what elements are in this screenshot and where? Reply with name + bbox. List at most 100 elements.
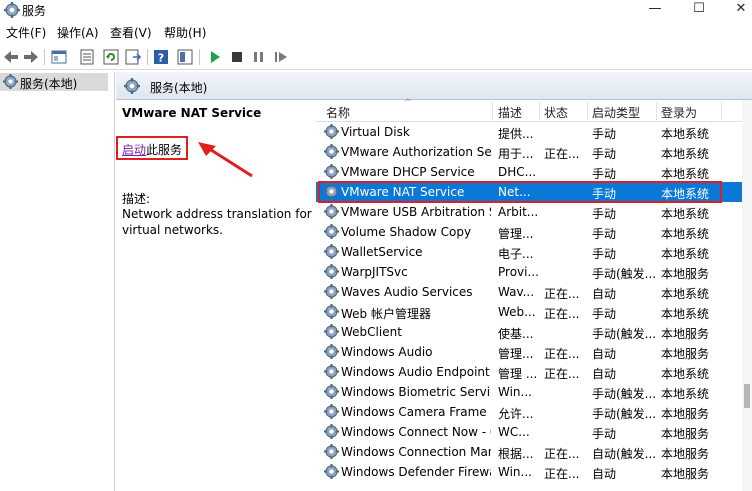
service-startup-type-cell: 手动 bbox=[592, 247, 617, 261]
restart-icon[interactable] bbox=[272, 48, 290, 66]
table-row[interactable]: WalletService 电子... 手动 本地系统 bbox=[316, 242, 752, 262]
table-row[interactable]: Windows Camera Frame S... 允许... 手动(触发... 本地… bbox=[316, 402, 752, 422]
service-gear-icon bbox=[324, 324, 339, 339]
menu-help[interactable]: 帮助(H) bbox=[164, 24, 206, 41]
service-startup-type-cell: 自动 bbox=[592, 467, 617, 481]
service-description-cell: 使基... bbox=[498, 327, 534, 341]
services-gear-icon bbox=[4, 2, 20, 18]
tree-item-services-local[interactable]: 服务(本地) bbox=[0, 73, 108, 91]
service-name-cell: WarpJITSvc bbox=[341, 265, 408, 279]
table-row[interactable]: VMware DHCP Service DHC... 手动 本地系统 bbox=[316, 162, 752, 182]
service-name-cell: Waves Audio Services bbox=[341, 285, 473, 299]
column-divider[interactable] bbox=[721, 102, 722, 120]
minimize-button[interactable]: — bbox=[632, 0, 678, 20]
table-row[interactable]: Volume Shadow Copy 管理... 手动 本地系统 bbox=[316, 222, 752, 242]
service-startup-type-cell: 自动(触发... bbox=[592, 447, 657, 461]
service-startup-type-cell: 手动(触发... bbox=[592, 407, 657, 421]
service-gear-icon bbox=[324, 304, 339, 319]
service-logon-cell: 本地系统 bbox=[661, 287, 710, 301]
service-status-cell: 正在... bbox=[544, 147, 580, 161]
selected-service-name: VMware NAT Service bbox=[122, 106, 262, 120]
service-name-cell: Virtual Disk bbox=[341, 125, 410, 139]
service-description-cell: Win... bbox=[498, 465, 532, 479]
service-status-cell: 正在... bbox=[544, 287, 580, 301]
service-logon-cell: 本地系统 bbox=[661, 207, 710, 221]
start-icon[interactable] bbox=[206, 48, 224, 66]
service-startup-type-cell: 手动 bbox=[592, 147, 617, 161]
menu-bar: 文件(F) 操作(A) 查看(V) 帮助(H) bbox=[0, 22, 752, 42]
service-gear-icon bbox=[324, 144, 339, 159]
service-description-cell: 用于... bbox=[498, 147, 534, 161]
table-row[interactable]: Windows Audio Endpoint B... 管理 ... 正在... 自动… bbox=[316, 362, 752, 382]
table-row[interactable]: VMware USB Arbitration S... Arbit... 手动 本地系… bbox=[316, 202, 752, 222]
service-name-cell: WalletService bbox=[341, 245, 423, 259]
service-logon-cell: 本地系统 bbox=[661, 127, 710, 141]
service-startup-type-cell: 自动 bbox=[592, 347, 617, 361]
service-startup-type-cell: 手动(触发... bbox=[592, 387, 657, 401]
service-name-cell: VMware Authorization Ser... bbox=[341, 145, 491, 159]
menu-view[interactable]: 查看(V) bbox=[110, 24, 152, 41]
column-header-startup-type[interactable]: 启动类型 bbox=[592, 104, 640, 121]
table-row[interactable]: Windows Biometric Service Win... 手动(触发... 本… bbox=[316, 382, 752, 402]
table-row[interactable]: Windows Connection Man... 根据... 正在... 自动(触发… bbox=[316, 442, 752, 462]
back-arrow-icon[interactable] bbox=[2, 48, 20, 66]
column-divider[interactable] bbox=[492, 102, 493, 120]
start-service-link[interactable]: 启动 bbox=[122, 141, 146, 158]
export-list-icon[interactable] bbox=[124, 48, 142, 66]
menu-action[interactable]: 操作(A) bbox=[57, 24, 99, 41]
column-header-description[interactable]: 描述 bbox=[498, 104, 522, 121]
vertical-scrollbar[interactable] bbox=[742, 100, 752, 491]
stop-icon[interactable] bbox=[228, 48, 246, 66]
column-header-name[interactable]: 名称 bbox=[326, 104, 350, 121]
service-name-cell: VMware USB Arbitration S... bbox=[341, 205, 491, 219]
services-pane: 服务(本地) VMware NAT Service 启动 此服务 描述: Net… bbox=[116, 72, 752, 491]
service-name-cell: Windows Connect Now - C... bbox=[341, 425, 491, 439]
forward-arrow-icon[interactable] bbox=[22, 48, 40, 66]
column-divider[interactable] bbox=[587, 102, 588, 120]
service-logon-cell: 本地服务 bbox=[661, 467, 710, 481]
table-row[interactable]: Waves Audio Services Wav... 正在... 自动 本地系统 bbox=[316, 282, 752, 302]
close-button[interactable]: ✕ bbox=[718, 0, 752, 20]
table-row[interactable]: VMware NAT Service Net... 手动 本地系统 bbox=[316, 182, 752, 202]
console-tree-icon[interactable] bbox=[50, 48, 68, 66]
pane-header: 服务(本地) bbox=[116, 72, 752, 100]
table-row[interactable]: WebClient 使基... 手动(触发... 本地服务 bbox=[316, 322, 752, 342]
table-row[interactable]: WarpJITSvc Provi... 手动(触发... 本地服务 bbox=[316, 262, 752, 282]
service-description-cell: 管理... bbox=[498, 347, 534, 361]
pause-icon[interactable] bbox=[250, 48, 268, 66]
description-label: 描述: bbox=[122, 192, 151, 206]
show-pane-icon[interactable] bbox=[176, 48, 194, 66]
help-icon[interactable]: ? bbox=[152, 48, 170, 66]
column-header-logon-as[interactable]: 登录为 bbox=[661, 104, 697, 121]
service-logon-cell: 本地服务 bbox=[661, 267, 710, 281]
service-description-cell: Web... bbox=[498, 305, 536, 319]
service-gear-icon bbox=[324, 124, 339, 139]
scrollbar-thumb[interactable] bbox=[744, 384, 750, 408]
service-logon-cell: 本地系统 bbox=[661, 307, 710, 321]
table-row[interactable]: VMware Authorization Ser... 用于... 正在... 手动 本… bbox=[316, 142, 752, 162]
service-logon-cell: 本地服务 bbox=[661, 447, 710, 461]
column-divider[interactable] bbox=[656, 102, 657, 120]
service-gear-icon bbox=[324, 284, 339, 299]
table-row[interactable]: Windows Defender Firewall Win... 正在... 自动 本地… bbox=[316, 462, 752, 482]
properties-icon[interactable] bbox=[78, 48, 96, 66]
service-status-cell: 正在... bbox=[544, 307, 580, 321]
service-logon-cell: 本地系统 bbox=[661, 147, 710, 161]
services-table: ^ 名称 描述 状态 启动类型 登录为 Virtual Disk 提供... 手动本… bbox=[316, 98, 752, 491]
table-row[interactable]: Web 帐户管理器 Web... 正在... 手动 本地系统 bbox=[316, 302, 752, 322]
service-startup-type-cell: 手动 bbox=[592, 307, 617, 321]
service-gear-icon bbox=[324, 444, 339, 459]
refresh-icon[interactable] bbox=[102, 48, 120, 66]
service-logon-cell: 本地系统 bbox=[661, 227, 710, 241]
svg-text:?: ? bbox=[158, 52, 164, 65]
table-row[interactable]: Virtual Disk 提供... 手动 本地系统 bbox=[316, 122, 752, 142]
service-description-cell: Wav... bbox=[498, 285, 535, 299]
column-header-status[interactable]: 状态 bbox=[544, 104, 568, 121]
maximize-button[interactable]: ☐ bbox=[676, 0, 722, 20]
service-description-cell: Provi... bbox=[498, 265, 538, 279]
table-row[interactable]: Windows Audio 管理... 正在... 自动 本地服务 bbox=[316, 342, 752, 362]
table-row[interactable]: Windows Connect Now - C... WC... 手动 本地服务 bbox=[316, 422, 752, 442]
menu-file[interactable]: 文件(F) bbox=[6, 24, 46, 41]
service-name-cell: Web 帐户管理器 bbox=[341, 307, 431, 321]
column-divider[interactable] bbox=[539, 102, 540, 120]
